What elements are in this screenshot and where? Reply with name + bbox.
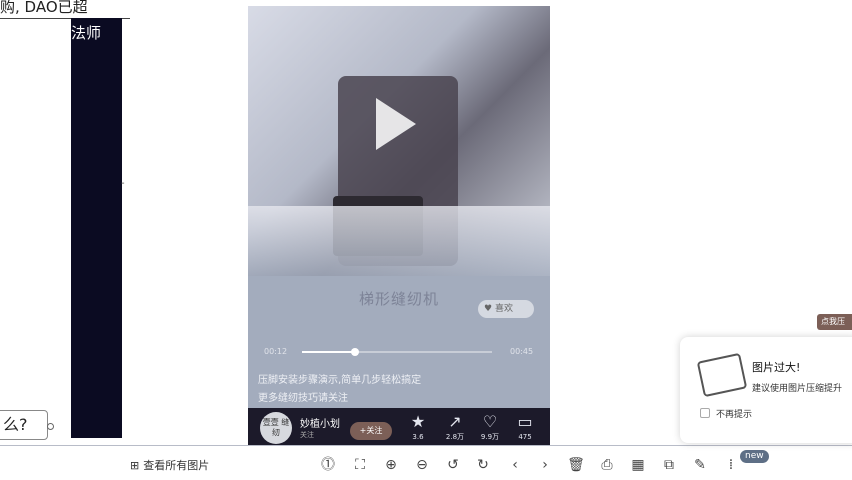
edit-icon[interactable]: ✎ <box>690 455 710 475</box>
fabric <box>248 206 550 276</box>
zoom-in-icon[interactable]: ⊕ <box>381 455 401 475</box>
bubble-handle-icon[interactable] <box>47 423 54 430</box>
one-to-one-icon[interactable]: ⓵ <box>318 455 338 475</box>
delete-icon[interactable]: 🗑 <box>566 455 586 475</box>
dont-show-again-checkbox[interactable] <box>700 408 710 418</box>
zoom-out-icon[interactable]: ⊖ <box>412 455 432 475</box>
comment-icon: ▭ <box>517 412 533 431</box>
creator-bar: 壹壹 缝纫 妙植小划 关注 +关注 ★ 3.6 ↗ 2.8万 ♡ 9.9万 ▭ 475 <box>248 408 550 446</box>
displayed-image[interactable]: 梯形缝纫机 ♥ 喜欢 00:12 00:45 压脚安装步骤演示,简单几步轻松搞定… <box>248 6 550 446</box>
heart-icon: ♡ <box>482 412 498 431</box>
size-warning-notification: 图片过大! 建议使用图片压缩提升 不再提示 <box>680 337 852 443</box>
image-viewer-toolbar: ⊞ 查看所有图片 ⓵ ⛶ ⊕ ⊖ ↺ ↻ ‹ › 🗑 ⎙ ▦ ⧉ ✎ ⁞ <box>0 450 852 480</box>
notification-title: 图片过大! <box>752 361 801 374</box>
notification-body[interactable]: 建议使用图片压缩提升 <box>752 381 842 394</box>
viewer-divider <box>0 445 852 446</box>
stat-count: 3.6 <box>412 433 424 441</box>
creator-sub: 关注 <box>300 431 314 439</box>
new-badge: new <box>740 450 769 463</box>
rotate-left-icon[interactable]: ↺ <box>443 455 463 475</box>
rotate-right-icon[interactable]: ↻ <box>473 455 493 475</box>
heart-icon: ♥ <box>484 304 493 314</box>
next-icon[interactable]: › <box>535 455 555 475</box>
star-icon: ★ <box>410 412 426 431</box>
view-all-images-button[interactable]: ⊞ 查看所有图片 <box>130 456 209 474</box>
view-all-label: 查看所有图片 <box>143 459 210 472</box>
image-icon <box>696 352 748 398</box>
play-icon[interactable] <box>376 98 416 150</box>
document-text: 购, DAO已超 <box>0 0 88 16</box>
creator-name[interactable]: 妙植小划 <box>300 415 340 430</box>
follow-button[interactable]: +关注 <box>350 422 392 440</box>
time-total: 00:45 <box>510 347 534 356</box>
more-icon[interactable]: ⁞ <box>721 455 741 475</box>
stat-count: 9.9万 <box>480 433 500 441</box>
chat-bubble[interactable]: 么? <box>0 410 48 440</box>
heart-stat[interactable]: ♡ 9.9万 <box>475 412 505 442</box>
progress-bar[interactable] <box>302 348 492 356</box>
time-elapsed: 00:12 <box>264 347 288 356</box>
description-line: 压脚安装步骤演示,简单几步轻松搞定 <box>258 375 422 386</box>
like-pill[interactable]: ♥ 喜欢 <box>478 300 534 318</box>
copy-icon[interactable]: ⧉ <box>659 455 679 475</box>
prev-icon[interactable]: ‹ <box>505 455 525 475</box>
star-stat[interactable]: ★ 3.6 <box>403 412 433 442</box>
stat-count: 475 <box>518 433 532 441</box>
avatar[interactable]: 壹壹 缝纫 <box>260 412 292 444</box>
share-icon: ↗ <box>448 412 462 431</box>
side-marker: - <box>121 178 125 189</box>
grid-icon: ⊞ <box>130 458 140 472</box>
share-stat[interactable]: ↗ 2.8万 <box>440 412 470 442</box>
gallery-icon[interactable]: ▦ <box>628 455 648 475</box>
dark-panel <box>71 18 122 438</box>
panel-text: 法师 <box>71 24 102 42</box>
description-line: 更多缝纫技巧请关注 <box>258 393 348 404</box>
progress-fill <box>302 351 356 353</box>
compress-badge[interactable]: 点我压 <box>817 314 852 330</box>
stat-count: 2.8万 <box>445 433 465 441</box>
like-label: 喜欢 <box>494 304 513 314</box>
progress-knob[interactable] <box>351 348 360 356</box>
checkbox-label: 不再提示 <box>716 410 753 420</box>
fit-icon[interactable]: ⛶ <box>350 455 370 475</box>
print-icon[interactable]: ⎙ <box>597 455 617 475</box>
comment-stat[interactable]: ▭ 475 <box>510 412 540 442</box>
